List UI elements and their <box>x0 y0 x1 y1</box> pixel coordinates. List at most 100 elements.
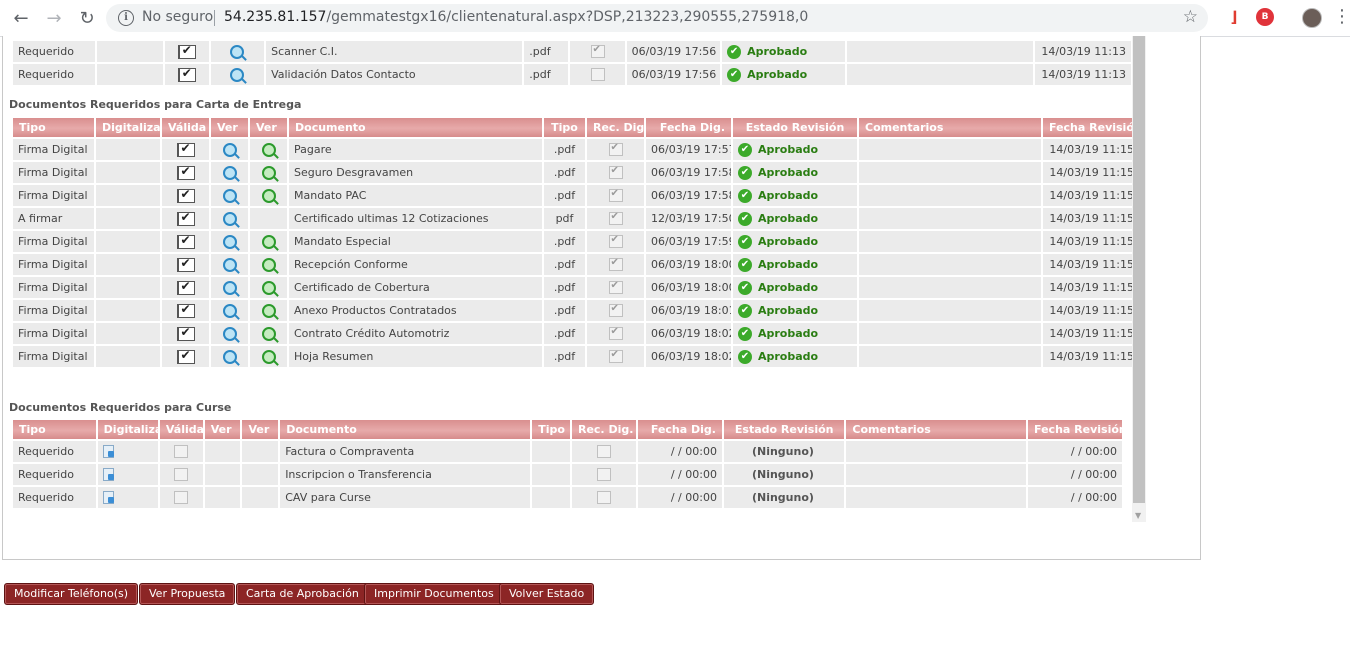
col-ver[interactable]: Ver <box>204 420 241 439</box>
col-tipo[interactable]: Tipo <box>13 420 96 439</box>
view-search-icon[interactable] <box>230 67 245 82</box>
arrow-right-icon[interactable]: → <box>43 7 65 29</box>
rec-dig-checkbox <box>608 188 623 203</box>
view-search-icon[interactable] <box>222 211 237 226</box>
valida-checkbox[interactable] <box>177 66 196 82</box>
col-ver-2[interactable]: Ver <box>250 118 287 137</box>
col-tipo-archivo[interactable]: Tipo <box>544 118 585 137</box>
view-signed-search-icon[interactable] <box>261 280 276 295</box>
rec-dig-cell <box>587 300 644 321</box>
tipo-cell: A firmar <box>13 208 94 229</box>
upload-document-icon[interactable] <box>102 445 114 459</box>
star-icon[interactable]: ☆ <box>1183 7 1198 27</box>
view-signed-search-icon[interactable] <box>261 165 276 180</box>
pdf-extension-icon[interactable]: ⌋ <box>1225 8 1243 26</box>
col-tipo-archivo[interactable]: Tipo <box>532 420 570 439</box>
view-search-icon[interactable] <box>230 44 245 59</box>
digitalizar-cell <box>96 323 160 344</box>
address-bar[interactable]: i No seguro 54.235.81.157/gemmatestgx16/… <box>106 4 1208 32</box>
upload-document-icon[interactable] <box>102 468 114 482</box>
imprimir-documentos-button[interactable]: Imprimir Documentos <box>364 583 504 605</box>
col-fecha-dig[interactable]: Fecha Dig. <box>646 118 731 137</box>
url-host: 54.235.81.157 <box>224 9 327 25</box>
rec-dig-checkbox <box>597 468 612 482</box>
modificar-telefono-button[interactable]: Modificar Teléfono(s) <box>4 583 139 605</box>
valida-checkbox[interactable] <box>176 141 195 157</box>
info-icon[interactable]: i <box>118 10 134 26</box>
documento-cell: Validación Datos Contacto <box>266 64 523 85</box>
upload-document-icon[interactable] <box>102 491 114 505</box>
col-comentarios[interactable]: Comentarios <box>846 420 1027 439</box>
menu-icon[interactable]: ⋮ <box>1333 6 1350 27</box>
view-search-icon[interactable] <box>222 303 237 318</box>
view-search-icon[interactable] <box>222 280 237 295</box>
valida-checkbox[interactable] <box>176 279 195 295</box>
col-fecha-revision[interactable]: Fecha Revisión <box>1043 118 1139 137</box>
view-search-icon[interactable] <box>222 165 237 180</box>
col-documento[interactable]: Documento <box>280 420 531 439</box>
valida-checkbox[interactable] <box>176 302 195 318</box>
col-digitalizar[interactable]: Digitalizar <box>96 118 160 137</box>
valida-checkbox[interactable] <box>176 164 195 180</box>
col-fecha-dig[interactable]: Fecha Dig. <box>638 420 722 439</box>
col-ver[interactable]: Ver <box>211 118 248 137</box>
col-digitalizar[interactable]: Digitalizar <box>97 420 158 439</box>
view-search-icon[interactable] <box>222 142 237 157</box>
valida-checkbox[interactable] <box>176 256 195 272</box>
col-documento[interactable]: Documento <box>289 118 542 137</box>
view-search-icon[interactable] <box>222 257 237 272</box>
arrow-left-icon[interactable]: ← <box>10 7 32 29</box>
col-comentarios[interactable]: Comentarios <box>859 118 1041 137</box>
view-signed-search-icon[interactable] <box>261 257 276 272</box>
view-signed-search-icon[interactable] <box>261 142 276 157</box>
col-rec-dig[interactable]: Rec. Dig. <box>571 420 637 439</box>
estado-cell: (Ninguno) <box>723 487 845 508</box>
fecha-revision-cell: / / 00:00 <box>1028 487 1122 508</box>
status-text: Aprobado <box>758 188 819 202</box>
ver-propuesta-button[interactable]: Ver Propuesta <box>139 583 236 605</box>
view-search-icon[interactable] <box>222 234 237 249</box>
digitalizar-cell <box>97 487 158 508</box>
valida-checkbox[interactable] <box>176 233 195 249</box>
view-signed-search-icon[interactable] <box>261 303 276 318</box>
col-tipo[interactable]: Tipo <box>13 118 94 137</box>
col-rec-dig[interactable]: Rec. Dig. <box>587 118 644 137</box>
profile-avatar[interactable] <box>1302 8 1322 28</box>
carta-aprobacion-button[interactable]: Carta de Aprobación <box>236 583 369 605</box>
view-signed-search-icon[interactable] <box>261 234 276 249</box>
digitalizar-cell <box>96 139 160 160</box>
volver-estado-button[interactable]: Volver Estado <box>499 583 595 605</box>
valida-checkbox[interactable] <box>177 43 196 59</box>
scrollbar-thumb[interactable] <box>1133 36 1145 503</box>
scroll-down-icon[interactable]: ▼ <box>1135 511 1141 520</box>
tipo-archivo-cell: .pdf <box>544 300 585 321</box>
extension-icon[interactable]: B <box>1256 8 1274 26</box>
col-fecha-revision[interactable]: Fecha Revisión <box>1028 420 1122 439</box>
col-valida[interactable]: Válida <box>162 118 209 137</box>
valida-checkbox[interactable] <box>176 210 195 226</box>
view-signed-search-icon[interactable] <box>261 349 276 364</box>
vertical-scrollbar[interactable]: ▼ <box>1132 36 1146 522</box>
view-signed-search-icon[interactable] <box>261 188 276 203</box>
tipo-cell: Firma Digital <box>13 277 94 298</box>
tipo-archivo-cell: .pdf <box>544 277 585 298</box>
rec-dig-checkbox <box>608 211 623 226</box>
view-search-icon[interactable] <box>222 326 237 341</box>
col-estado-revision[interactable]: Estado Revisión <box>723 420 845 439</box>
col-ver-2[interactable]: Ver <box>242 420 279 439</box>
view-search-icon[interactable] <box>222 188 237 203</box>
valida-checkbox[interactable] <box>176 187 195 203</box>
valida-checkbox[interactable] <box>176 325 195 341</box>
entrega-header-row: Tipo Digitalizar Válida Ver Ver Document… <box>13 118 1139 137</box>
valida-checkbox[interactable] <box>176 348 195 364</box>
view-search-icon[interactable] <box>222 349 237 364</box>
ver-2-cell <box>242 487 279 508</box>
col-estado-revision[interactable]: Estado Revisión <box>733 118 857 137</box>
table-row: Requerido Factura o Compraventa / / 00:00… <box>13 441 1122 462</box>
view-signed-search-icon[interactable] <box>261 326 276 341</box>
url-text[interactable]: 54.235.81.157/gemmatestgx16/clientenatur… <box>224 9 808 25</box>
col-valida[interactable]: Válida <box>159 420 203 439</box>
digitalizar-cell <box>97 464 158 485</box>
reload-icon[interactable]: ↻ <box>76 7 98 29</box>
rec-dig-cell <box>587 231 644 252</box>
